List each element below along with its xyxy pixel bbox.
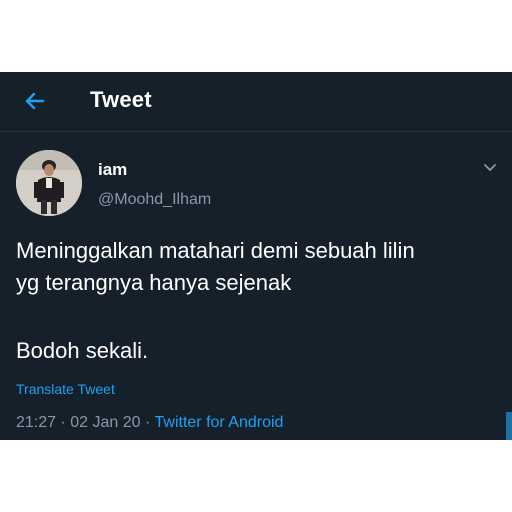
author-name[interactable]: iam: [98, 160, 127, 180]
tweet-text-line: Meninggalkan matahari demi sebuah lilin: [16, 238, 415, 263]
tweet-time: 21:27: [16, 414, 57, 431]
page-title: Tweet: [90, 87, 152, 112]
chevron-down-icon: [484, 164, 496, 171]
top-app-bar: Tweet: [0, 72, 512, 132]
tweet-text-line: yg terangnya hanya sejenak: [16, 270, 292, 295]
translate-tweet-link[interactable]: Translate Tweet: [16, 381, 115, 397]
author-handle: @Moohd_Ilham: [98, 191, 212, 208]
arrow-left-icon: [25, 92, 45, 110]
tweet-metadata: 21:27 · 02 Jan 20 · Twitter for Android: [16, 414, 283, 432]
tweet-text-line: Bodoh sekali.: [16, 338, 149, 363]
scrollbar[interactable]: [506, 412, 512, 440]
tweet-menu-button[interactable]: [480, 160, 500, 176]
tweet-body: Meninggalkan matahari demi sebuah lilin …: [16, 235, 500, 367]
tweet-date: 02 Jan 20: [70, 414, 141, 431]
profile-photo: [16, 150, 82, 216]
meta-separator: ·: [145, 414, 151, 431]
back-button[interactable]: [20, 86, 50, 116]
tweet-source-link[interactable]: Twitter for Android: [155, 414, 284, 431]
meta-separator: ·: [60, 414, 66, 431]
avatar[interactable]: [16, 150, 82, 216]
tweet-detail-screen: Tweet iam @Moohd_Ilham Meninggalkan mata…: [0, 72, 512, 440]
